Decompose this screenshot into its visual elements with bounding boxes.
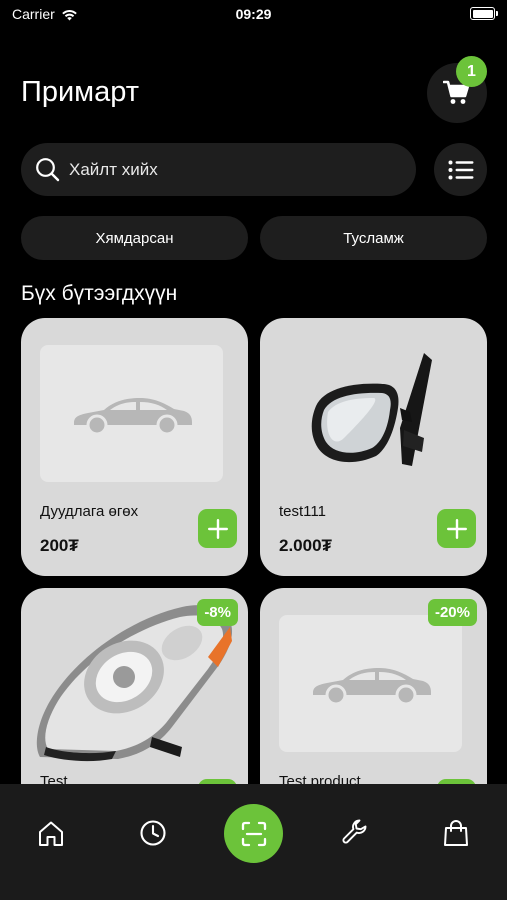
product-name: Дуудлага өгөх (40, 503, 139, 520)
nav-scan-button[interactable] (224, 804, 283, 863)
discount-badge: -8% (197, 599, 238, 626)
list-icon (448, 160, 473, 179)
home-icon (39, 821, 63, 846)
status-bar: Carrier 09:29 (0, 0, 507, 30)
plus-icon (446, 518, 467, 539)
nav-history[interactable] (138, 818, 168, 848)
cart-count-badge: 1 (456, 56, 487, 87)
product-price: 2.000₮ (279, 536, 332, 555)
nav-service[interactable] (340, 818, 370, 848)
search-icon (36, 158, 60, 182)
battery-icon (470, 7, 498, 20)
product-image (279, 615, 462, 752)
search-bar[interactable] (21, 143, 416, 196)
bottom-navigation (0, 784, 507, 900)
shopping-bag-icon (444, 820, 468, 846)
add-to-cart-button[interactable] (198, 509, 237, 548)
product-price: 200₮ (40, 536, 79, 555)
search-input[interactable] (69, 159, 369, 180)
status-time: 09:29 (235, 6, 272, 22)
add-to-cart-button[interactable] (437, 509, 476, 548)
scan-icon (241, 821, 266, 846)
page-title: Примарт (21, 76, 140, 108)
discount-badge: -20% (427, 599, 477, 626)
nav-orders[interactable] (441, 818, 471, 848)
wrench-icon (342, 819, 367, 844)
car-placeholder-icon (73, 397, 192, 435)
section-title: Бүх бүтээгдхүүн (21, 282, 178, 305)
car-placeholder-icon (312, 667, 431, 705)
product-name: test111 (279, 503, 326, 520)
product-card[interactable]: test111 2.000₮ (260, 318, 487, 576)
list-menu-button[interactable] (434, 143, 487, 196)
chip-discounted[interactable]: Хямдарсан (21, 216, 248, 260)
product-card[interactable]: Дуудлага өгөх 200₮ (21, 318, 248, 576)
chip-help[interactable]: Тусламж (260, 216, 487, 260)
product-image (270, 338, 477, 488)
plus-icon (207, 518, 228, 539)
product-image (40, 345, 223, 482)
history-clock-icon (140, 820, 166, 846)
side-mirror-image (311, 353, 432, 466)
nav-home[interactable] (36, 818, 66, 848)
